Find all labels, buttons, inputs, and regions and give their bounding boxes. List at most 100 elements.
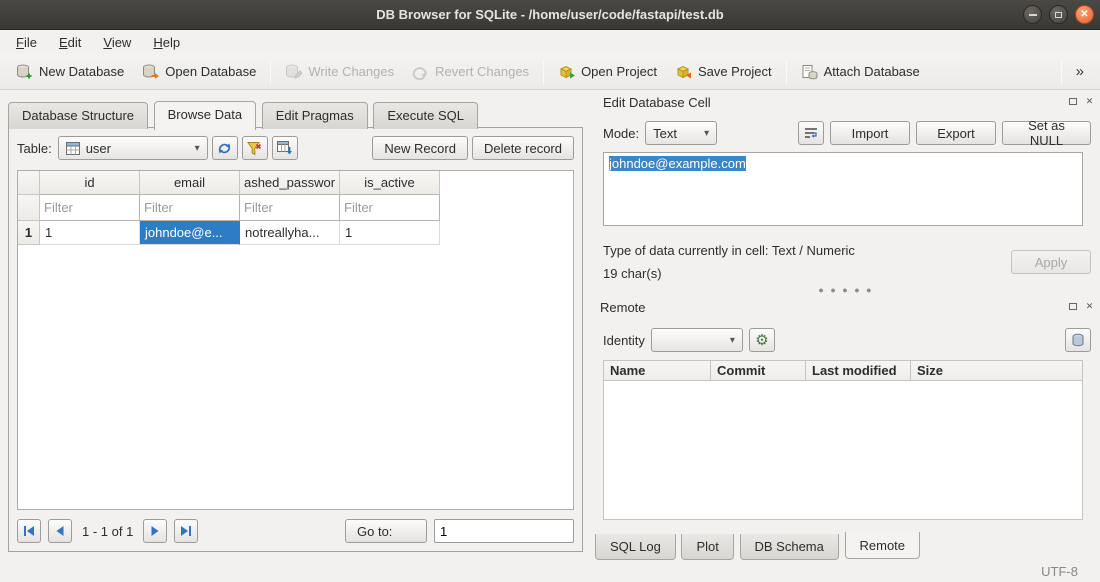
- tab-remote[interactable]: Remote: [845, 532, 921, 559]
- browse-controls: Table: user ▾ New Record Delete record: [17, 135, 574, 161]
- filter-input-email[interactable]: [140, 195, 240, 221]
- save-results-button[interactable]: [272, 136, 298, 160]
- identity-select[interactable]: ▾: [651, 328, 743, 352]
- mode-label: Mode:: [603, 126, 639, 141]
- last-record-button[interactable]: [174, 519, 198, 543]
- filter-input-hashed-password[interactable]: [240, 195, 340, 221]
- previous-record-button[interactable]: [48, 519, 72, 543]
- column-header-id[interactable]: id: [40, 171, 140, 195]
- table-row: 1 1 johndoe@e... notreallyha... 1: [18, 221, 573, 245]
- delete-record-button[interactable]: Delete record: [472, 136, 574, 160]
- open-project-icon: [558, 64, 575, 80]
- next-record-button[interactable]: [143, 519, 167, 543]
- open-project-button[interactable]: Open Project: [550, 59, 665, 85]
- tab-sql-log[interactable]: SQL Log: [595, 534, 676, 560]
- toolbar-separator: [270, 60, 271, 84]
- column-header-email[interactable]: email: [140, 171, 240, 195]
- attach-database-button[interactable]: Attach Database: [793, 59, 928, 85]
- close-dock-button[interactable]: ✕: [1083, 95, 1096, 107]
- remote-file-table: Name Commit Last modified Size: [603, 360, 1083, 520]
- column-header-is-active[interactable]: is_active: [340, 171, 440, 195]
- dock-splitter-handle[interactable]: ● ● ● ● ●: [592, 286, 1100, 294]
- record-navigation: 1 - 1 of 1 Go to:: [17, 518, 574, 544]
- cell-hashed-password[interactable]: notreallyha...: [240, 221, 340, 245]
- remote-column-commit[interactable]: Commit: [711, 361, 806, 380]
- float-dock-button[interactable]: [1066, 300, 1079, 312]
- open-project-label: Open Project: [581, 64, 657, 79]
- cell-id[interactable]: 1: [40, 221, 140, 245]
- cell-email-selected[interactable]: johndoe@e...: [140, 221, 240, 245]
- maximize-button[interactable]: [1049, 5, 1068, 24]
- close-dock-button[interactable]: ✕: [1083, 300, 1096, 312]
- browse-data-panel: Table: user ▾ New Record Delete record: [8, 127, 583, 552]
- apply-button: Apply: [1011, 250, 1091, 274]
- attach-database-icon: [801, 64, 818, 80]
- table-select[interactable]: user ▾: [58, 136, 208, 160]
- menubar: File Edit View Help: [0, 30, 1100, 54]
- save-project-button[interactable]: Save Project: [667, 59, 780, 85]
- identity-settings-button[interactable]: ⚙: [749, 328, 775, 352]
- tab-database-structure[interactable]: Database Structure: [8, 102, 148, 129]
- remote-column-name[interactable]: Name: [604, 361, 711, 380]
- remote-column-size[interactable]: Size: [911, 361, 1082, 380]
- grid-corner[interactable]: [18, 171, 40, 195]
- mode-select[interactable]: Text ▾: [645, 121, 717, 145]
- clear-filters-button[interactable]: [242, 136, 268, 160]
- float-dock-button[interactable]: [1066, 95, 1079, 107]
- tab-execute-sql[interactable]: Execute SQL: [373, 102, 478, 129]
- goto-input[interactable]: [434, 519, 574, 543]
- word-wrap-icon: [804, 127, 818, 139]
- import-button[interactable]: Import: [830, 121, 910, 145]
- chevron-down-icon: ▾: [195, 143, 200, 154]
- first-record-button[interactable]: [17, 519, 41, 543]
- encoding-label[interactable]: UTF-8: [1041, 564, 1078, 579]
- tab-db-schema[interactable]: DB Schema: [740, 534, 839, 560]
- remote-column-last-modified[interactable]: Last modified: [806, 361, 911, 380]
- attach-database-label: Attach Database: [824, 64, 920, 79]
- remote-table-body[interactable]: [603, 381, 1083, 520]
- cell-size-info: 19 char(s): [603, 266, 662, 281]
- float-dock-icon: [1069, 98, 1077, 105]
- minimize-icon: [1029, 14, 1037, 16]
- menu-help[interactable]: Help: [143, 32, 190, 53]
- save-project-label: Save Project: [698, 64, 772, 79]
- refresh-button[interactable]: [212, 136, 238, 160]
- set-as-null-button[interactable]: Set as NULL: [1002, 121, 1091, 145]
- minimize-button[interactable]: [1023, 5, 1042, 24]
- toolbar-separator: [543, 60, 544, 84]
- edit-cell-toolbar: Mode: Text ▾ Import Export Set as NULL: [603, 120, 1091, 146]
- remote-identity-row: Identity ▾ ⚙: [603, 327, 1091, 353]
- float-dock-icon: [1069, 303, 1077, 310]
- close-dock-icon: ✕: [1086, 96, 1094, 107]
- tab-plot[interactable]: Plot: [681, 534, 733, 560]
- open-database-button[interactable]: Open Database: [134, 59, 264, 85]
- close-icon: ✕: [1080, 10, 1088, 20]
- write-changes-button: Write Changes: [277, 59, 402, 85]
- goto-button[interactable]: Go to:: [345, 519, 427, 543]
- new-record-button[interactable]: New Record: [372, 136, 468, 160]
- menu-edit[interactable]: Edit: [49, 32, 91, 53]
- new-database-button[interactable]: New Database: [8, 59, 132, 85]
- menu-file[interactable]: File: [6, 32, 47, 53]
- filter-input-id[interactable]: [40, 195, 140, 221]
- row-number[interactable]: 1: [18, 221, 40, 245]
- table-select-value: user: [86, 141, 111, 156]
- filter-input-is-active[interactable]: [340, 195, 440, 221]
- word-wrap-button[interactable]: [798, 121, 824, 145]
- mode-select-value: Text: [653, 126, 677, 141]
- column-header-hashed-password[interactable]: ashed_passwor: [240, 171, 340, 195]
- titlebar[interactable]: DB Browser for SQLite - /home/user/code/…: [0, 0, 1100, 30]
- tab-browse-data[interactable]: Browse Data: [154, 101, 256, 130]
- export-button[interactable]: Export: [916, 121, 996, 145]
- chevron-down-icon: ▾: [704, 128, 709, 139]
- cell-editor[interactable]: johndoe@example.com: [603, 152, 1083, 226]
- tab-edit-pragmas[interactable]: Edit Pragmas: [262, 102, 368, 129]
- toolbar-overflow-button[interactable]: »: [1068, 59, 1092, 84]
- close-button[interactable]: ✕: [1075, 5, 1094, 24]
- bottom-dock-tab-bar: SQL Log Plot DB Schema Remote: [595, 533, 922, 560]
- open-local-remote-button[interactable]: [1065, 328, 1091, 352]
- last-record-icon: [180, 526, 192, 536]
- menu-view[interactable]: View: [93, 32, 141, 53]
- cell-is-active[interactable]: 1: [340, 221, 440, 245]
- table-label: Table:: [17, 141, 52, 156]
